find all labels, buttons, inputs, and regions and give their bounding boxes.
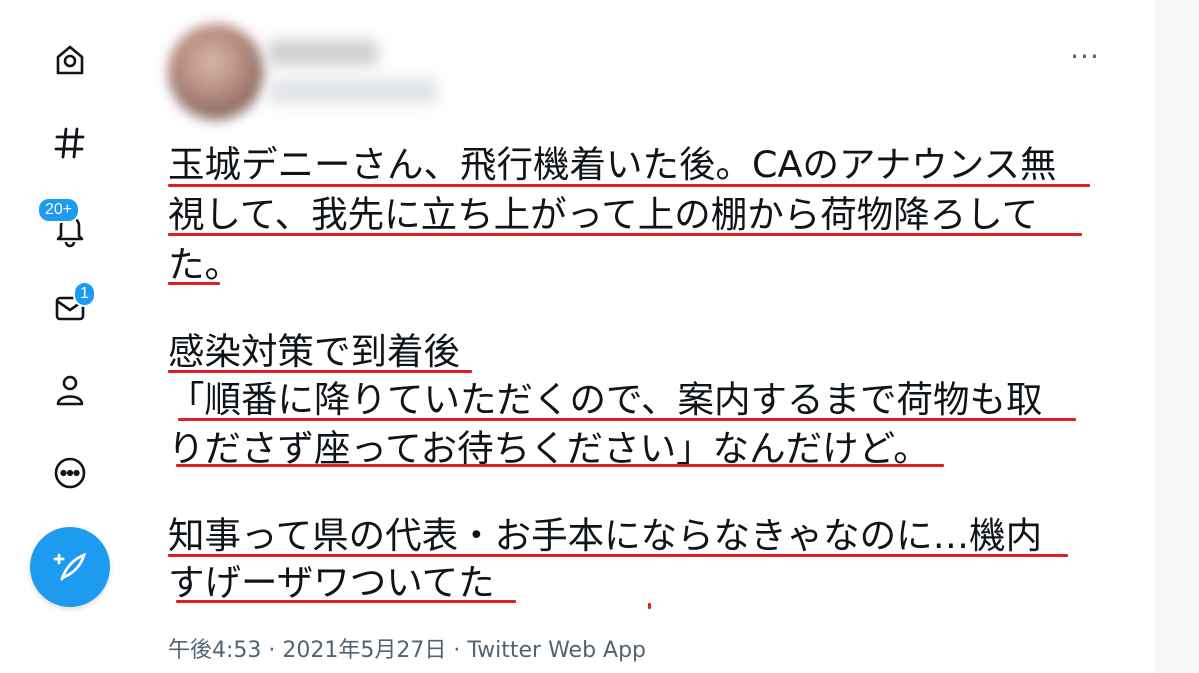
compose-tweet-button[interactable] bbox=[30, 527, 110, 607]
right-column-background bbox=[1155, 0, 1199, 673]
highlight-underline bbox=[168, 282, 220, 285]
author-name-blurred bbox=[268, 40, 378, 66]
highlight-underline bbox=[168, 184, 1090, 187]
highlight-underline bbox=[168, 233, 1082, 236]
highlight-underline bbox=[176, 464, 944, 467]
author-handle-blurred bbox=[268, 78, 438, 104]
highlight-underline bbox=[168, 554, 1068, 557]
profile-icon[interactable] bbox=[42, 362, 98, 418]
notifications-count-badge: 20+ bbox=[37, 197, 81, 223]
explore-hashtag-icon[interactable] bbox=[42, 115, 98, 171]
more-options-icon[interactable]: ··· bbox=[1062, 38, 1108, 74]
tweet-text-line: 視して、我先に立ち上がって上の棚から荷物降ろして bbox=[168, 193, 1039, 236]
highlight-underline bbox=[178, 418, 1076, 421]
avatar[interactable] bbox=[168, 24, 264, 120]
home-icon[interactable] bbox=[42, 32, 98, 88]
tweet-timestamp[interactable]: 午後4:53 · 2021年5月27日 · Twitter Web App bbox=[168, 632, 646, 664]
highlight-underline bbox=[176, 600, 516, 603]
sidebar-nav: 20+ 1 bbox=[0, 0, 140, 673]
tweet-text-line: 知事って県の代表・お手本にならなきゃなのに…機内 bbox=[168, 514, 1043, 557]
tweet-text-line: 感染対策で到着後 bbox=[168, 330, 460, 373]
tweet-text-line: 「順番に降りていただくので、案内するまで荷物も取 bbox=[168, 378, 1043, 421]
messages-count-badge: 1 bbox=[73, 281, 96, 307]
more-circle-icon[interactable] bbox=[42, 445, 98, 501]
compose-feather-icon bbox=[53, 552, 87, 581]
highlight-underline-mark bbox=[648, 603, 651, 609]
highlight-underline bbox=[168, 370, 472, 373]
tweet-text-line: 玉城デニーさん、飛行機着いた後。CAのアナウンス無 bbox=[168, 143, 1057, 186]
